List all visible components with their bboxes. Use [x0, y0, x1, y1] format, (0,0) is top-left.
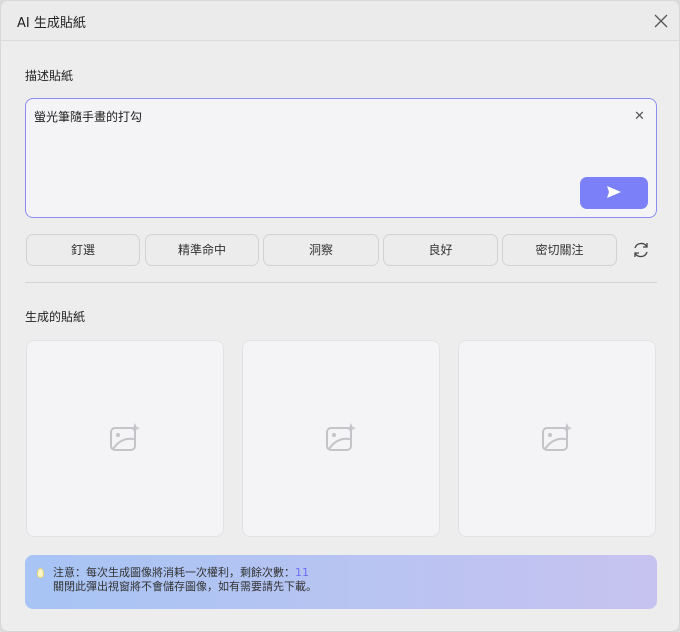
- chip-good[interactable]: 良好: [383, 234, 498, 266]
- lightbulb-icon: [37, 568, 44, 578]
- send-icon: [607, 185, 621, 198]
- describe-label: 描述貼紙: [25, 69, 74, 83]
- sticker-placeholder[interactable]: [458, 340, 656, 537]
- chip-pin[interactable]: 釘選: [26, 234, 140, 266]
- divider: [25, 282, 657, 283]
- image-placeholder-icon: [326, 423, 356, 451]
- dialog-header: AI 生成貼紙: [1, 1, 679, 41]
- generated-label: 生成的貼紙: [25, 310, 86, 324]
- refresh-icon[interactable]: [631, 240, 651, 260]
- close-icon[interactable]: [651, 11, 671, 31]
- remaining-count: 11: [295, 566, 309, 579]
- chip-watch[interactable]: 密切關注: [502, 234, 617, 266]
- ai-sticker-dialog: AI 生成貼紙 描述貼紙 螢光筆隨手畫的打勾 ✕ 釘選 精準命中 洞察 良好 密…: [0, 0, 680, 632]
- description-input[interactable]: 螢光筆隨手畫的打勾 ✕: [25, 98, 657, 218]
- chip-insight[interactable]: 洞察: [263, 234, 379, 266]
- chip-precise-hit[interactable]: 精準命中: [145, 234, 259, 266]
- notice-banner: 注意：每次生成圖像將消耗一次權利，剩餘次數：11 關閉此彈出視窗將不會儲存圖像，…: [25, 555, 657, 609]
- sticker-placeholder[interactable]: [242, 340, 440, 537]
- sticker-placeholder[interactable]: [26, 340, 224, 537]
- dialog-title: AI 生成貼紙: [17, 16, 86, 31]
- notice-line1: 注意：每次生成圖像將消耗一次權利，剩餘次數：: [53, 566, 295, 579]
- description-text[interactable]: 螢光筆隨手畫的打勾: [34, 108, 142, 125]
- image-placeholder-icon: [110, 423, 140, 451]
- notice-line2: 關閉此彈出視窗將不會儲存圖像，如有需要請先下載。: [53, 580, 317, 593]
- clear-icon[interactable]: ✕: [634, 109, 645, 124]
- image-placeholder-icon: [542, 423, 572, 451]
- send-button[interactable]: [580, 177, 648, 209]
